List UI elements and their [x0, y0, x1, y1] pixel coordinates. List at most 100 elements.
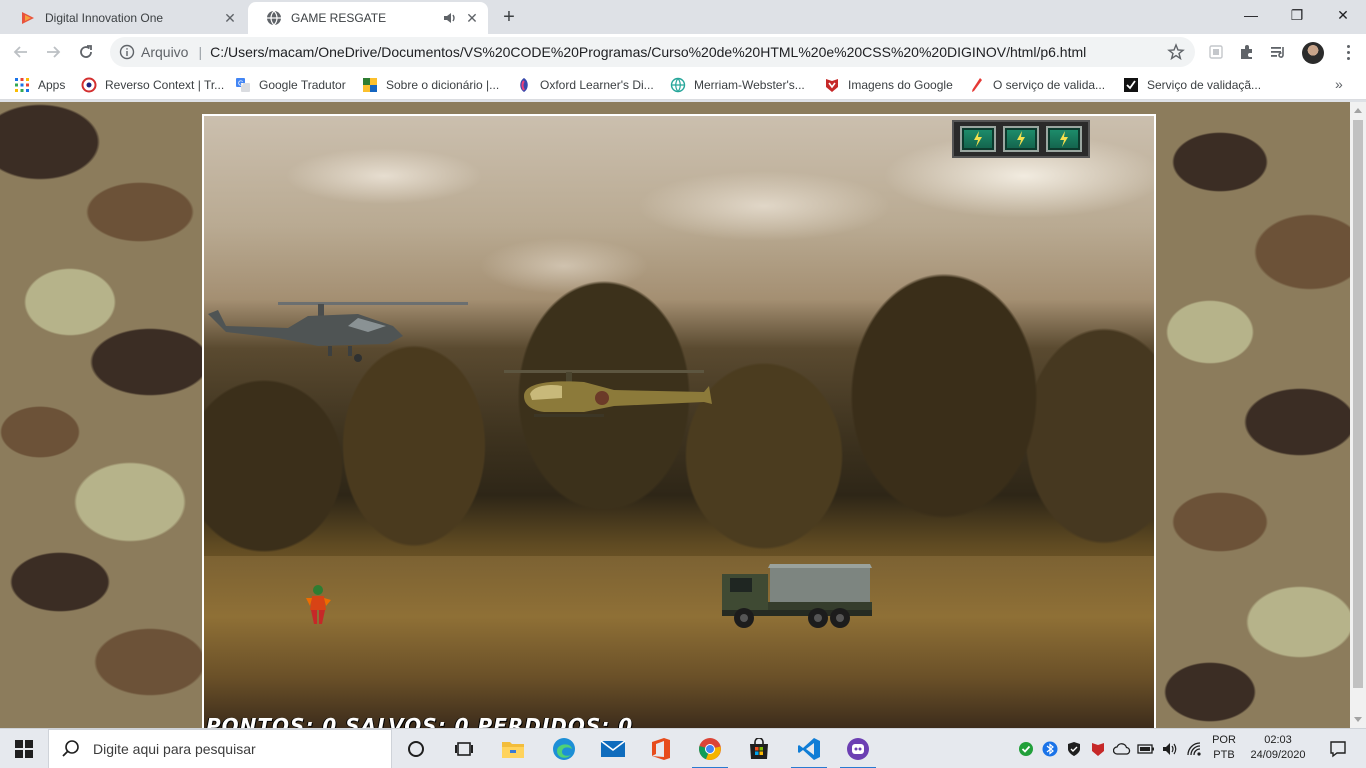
restore-button[interactable]: ❐	[1274, 0, 1320, 30]
taskbar-store[interactable]	[735, 729, 783, 768]
bookmark-oxford[interactable]: Oxford Learner's Di...	[516, 75, 654, 95]
bluetooth-icon[interactable]	[1040, 729, 1060, 768]
battery-icon[interactable]	[1136, 729, 1156, 768]
reload-icon	[80, 45, 92, 58]
energy-cell	[1002, 126, 1039, 152]
truck	[722, 564, 872, 628]
address-separator: |	[198, 44, 203, 60]
bookmark-servico-de-validacao-1[interactable]: O serviço de valida...	[969, 75, 1105, 95]
bookmark-label: Sobre o dicionário |...	[386, 78, 500, 92]
cortana-button[interactable]	[392, 729, 440, 768]
lightning-icon	[973, 131, 982, 147]
scrollbar-thumb[interactable]	[1353, 120, 1363, 688]
game-area[interactable]: PONTOS: 0 SALVOS: 0 PERDIDOS: 0	[202, 114, 1156, 728]
address-bar[interactable]: Arquivo | C:/Users/macam/OneDrive/Docume…	[110, 37, 1195, 67]
back-button[interactable]	[8, 39, 34, 65]
page-viewport: PONTOS: 0 SALVOS: 0 PERDIDOS: 0	[0, 102, 1350, 728]
taskbar-office[interactable]	[637, 729, 685, 768]
windows-logo-icon	[15, 740, 33, 758]
tab-close-button[interactable]: ✕	[462, 8, 482, 28]
taskbar-edge[interactable]	[540, 729, 588, 768]
bookmark-google-tradutor[interactable]: G Google Tradutor	[235, 75, 346, 95]
forward-button[interactable]	[40, 39, 66, 65]
bookmark-servico-de-validacao-2[interactable]: Serviço de validaçã...	[1123, 75, 1261, 95]
input-language[interactable]: POR PTB	[1208, 733, 1240, 763]
start-button[interactable]	[0, 729, 48, 768]
chrome-icon	[699, 738, 721, 760]
mail-icon	[600, 740, 626, 757]
tab-close-button[interactable]: ✕	[220, 8, 240, 28]
taskbar-vscode[interactable]	[785, 729, 833, 768]
lightning-icon	[1016, 131, 1025, 147]
tray-check-icon[interactable]	[1016, 729, 1036, 768]
close-window-button[interactable]: ✕	[1320, 0, 1366, 30]
bookmark-label: Google Tradutor	[259, 78, 346, 92]
bookmark-label: Apps	[38, 78, 66, 92]
translate-icon: G	[236, 78, 250, 92]
bookmark-apps[interactable]: Apps	[14, 75, 65, 95]
scroll-up-arrow-icon[interactable]	[1354, 108, 1362, 113]
office-icon	[652, 738, 670, 760]
new-tab-button[interactable]: +	[498, 6, 520, 28]
reverso-icon	[81, 77, 97, 93]
wifi-icon[interactable]	[1184, 729, 1206, 768]
info-icon[interactable]	[119, 44, 135, 60]
profile-avatar[interactable]	[1302, 42, 1324, 64]
oxford-icon	[520, 78, 528, 92]
taskbar-mail[interactable]	[589, 729, 637, 768]
bookmark-merriam-webster[interactable]: Merriam-Webster's...	[670, 75, 805, 95]
speaker-icon[interactable]	[442, 10, 458, 26]
tab-title: Digital Innovation One	[45, 11, 164, 25]
mcafee-tray-icon[interactable]	[1088, 729, 1108, 768]
vertical-scrollbar[interactable]	[1350, 102, 1366, 728]
taskbar-search-box[interactable]: Digite aqui para pesquisar	[48, 729, 392, 768]
reload-button[interactable]	[73, 39, 99, 65]
bookmark-label: Reverso Context | Tr...	[105, 78, 225, 92]
validator-icon	[1124, 78, 1138, 92]
more-bookmarks-chevron-icon[interactable]: »	[1335, 76, 1343, 92]
scroll-down-arrow-icon[interactable]	[1354, 717, 1362, 722]
taskbar-chrome[interactable]	[686, 729, 734, 768]
task-view-icon	[455, 742, 473, 756]
volume-icon[interactable]	[1160, 729, 1180, 768]
taskbar-file-explorer[interactable]	[489, 729, 537, 768]
language-line-1: POR	[1212, 734, 1236, 746]
bookmark-label: Serviço de validaçã...	[1147, 78, 1262, 92]
dictionary-icon	[363, 78, 377, 92]
mcafee-icon	[826, 79, 838, 92]
energy-cell	[1046, 126, 1083, 152]
dio-icon	[22, 12, 34, 24]
security-shield-icon[interactable]	[1064, 729, 1084, 768]
url-text[interactable]: C:/Users/macam/OneDrive/Documentos/VS%20…	[210, 44, 1167, 60]
tab-strip: Digital Innovation One ✕ GAME RESGATE ✕ …	[0, 0, 1366, 34]
bookmark-reverso[interactable]: Reverso Context | Tr...	[81, 75, 224, 95]
bookmark-sobre-o-dicionario[interactable]: Sobre o dicionário |...	[362, 75, 499, 95]
minimize-button[interactable]: —	[1228, 0, 1274, 30]
folder-icon	[502, 742, 524, 758]
onedrive-cloud-icon[interactable]	[1112, 729, 1132, 768]
cortana-circle-icon	[408, 741, 424, 757]
globe-icon	[267, 10, 281, 26]
action-center-button[interactable]	[1318, 729, 1358, 768]
menu-kebab-icon[interactable]	[1342, 42, 1354, 62]
edge-icon	[553, 738, 575, 760]
extensions-puzzle-icon[interactable]	[1237, 42, 1257, 62]
media-control-icon[interactable]	[1268, 42, 1288, 62]
bookmark-star-icon[interactable]	[1167, 43, 1185, 61]
browser-toolbar: Arquivo | C:/Users/macam/OneDrive/Docume…	[0, 34, 1366, 70]
search-icon	[62, 740, 79, 757]
taskbar-app-purple[interactable]	[834, 729, 882, 768]
back-arrow-icon	[13, 46, 27, 58]
bookmark-imagens-do-google[interactable]: Imagens do Google	[824, 75, 953, 95]
system-clock[interactable]: 02:03 24/09/2020	[1242, 733, 1314, 763]
bookmark-label: O serviço de valida...	[993, 78, 1106, 92]
meadow-background	[204, 556, 1154, 728]
bookmark-label: Merriam-Webster's...	[694, 78, 805, 92]
tab-game-resgate[interactable]: GAME RESGATE ✕	[248, 2, 488, 34]
forward-arrow-icon	[47, 46, 61, 58]
reader-mode-icon[interactable]	[1206, 42, 1226, 62]
bookmark-label: Oxford Learner's Di...	[540, 78, 654, 92]
task-view-button[interactable]	[440, 729, 488, 768]
tab-digital-innovation-one[interactable]: Digital Innovation One ✕	[2, 2, 246, 34]
enemy-helicopter	[504, 370, 712, 417]
